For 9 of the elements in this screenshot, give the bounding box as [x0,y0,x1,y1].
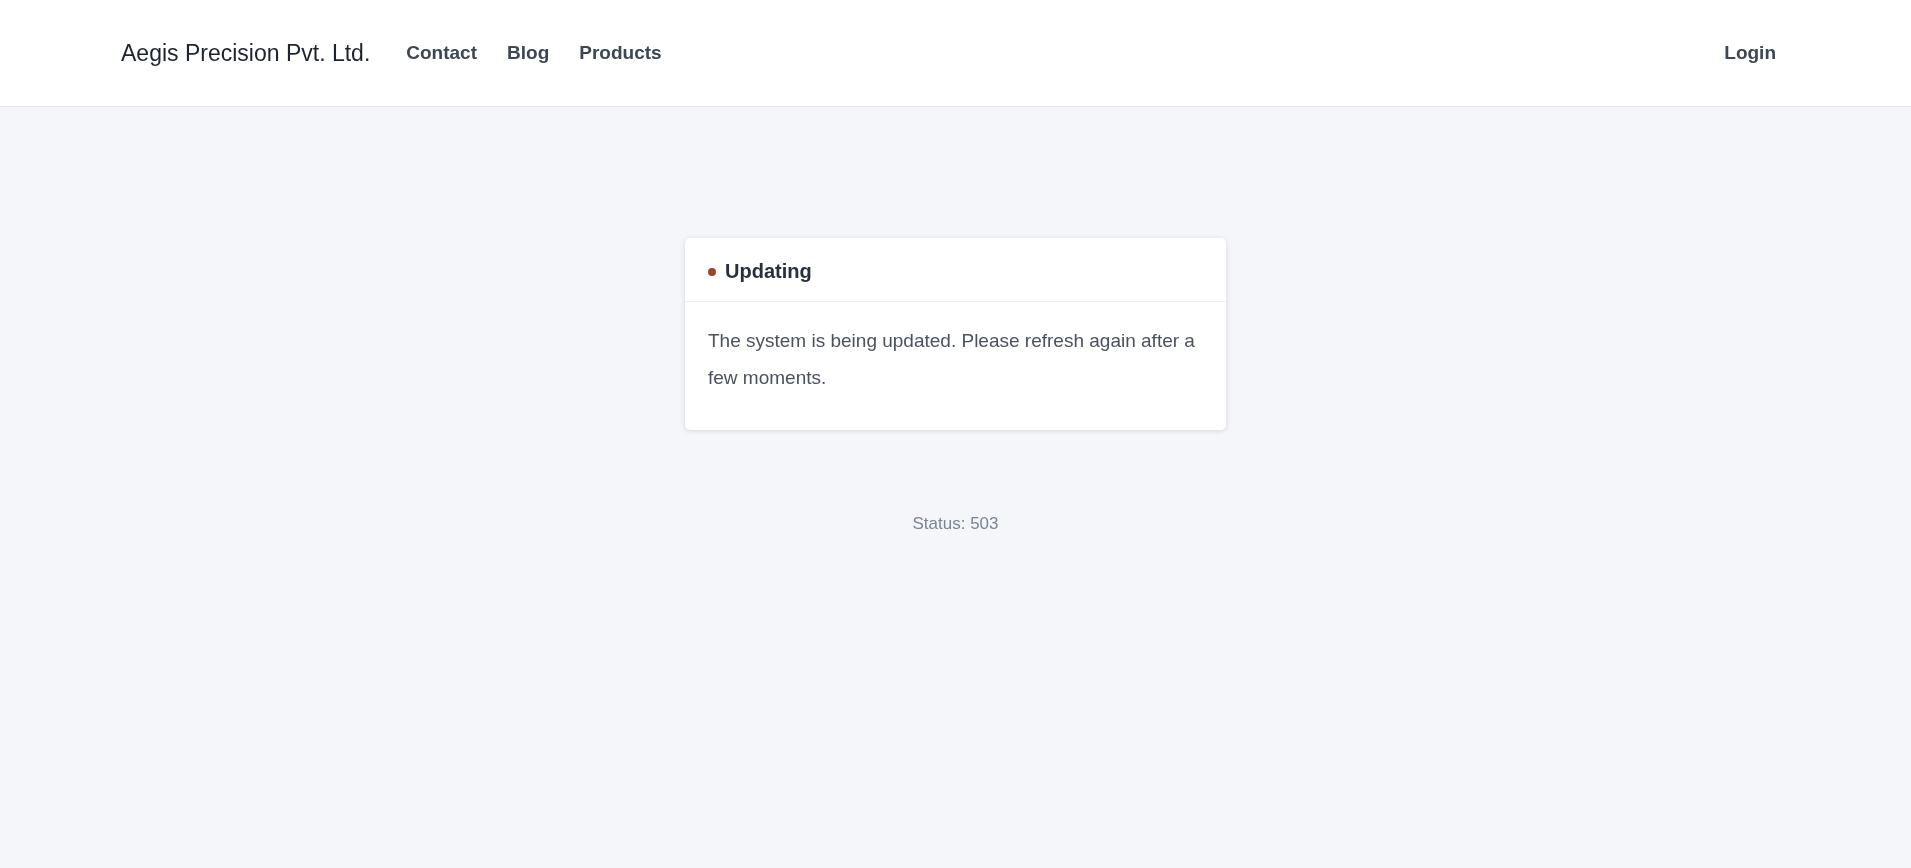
login-link[interactable]: Login [1724,42,1776,64]
nav-link[interactable]: Products [579,42,662,64]
brand-link[interactable]: Aegis Precision Pvt. Ltd. [121,39,371,67]
status-code-text: Status: 503 [912,514,999,534]
nav-link[interactable]: Blog [507,42,550,64]
notice-message: The system is being updated. Please refresh again after a few moments. [707,329,1196,390]
status-dot-icon [708,267,716,276]
notice-title: Updating [725,260,812,283]
nav-link[interactable]: Contact [406,42,478,64]
